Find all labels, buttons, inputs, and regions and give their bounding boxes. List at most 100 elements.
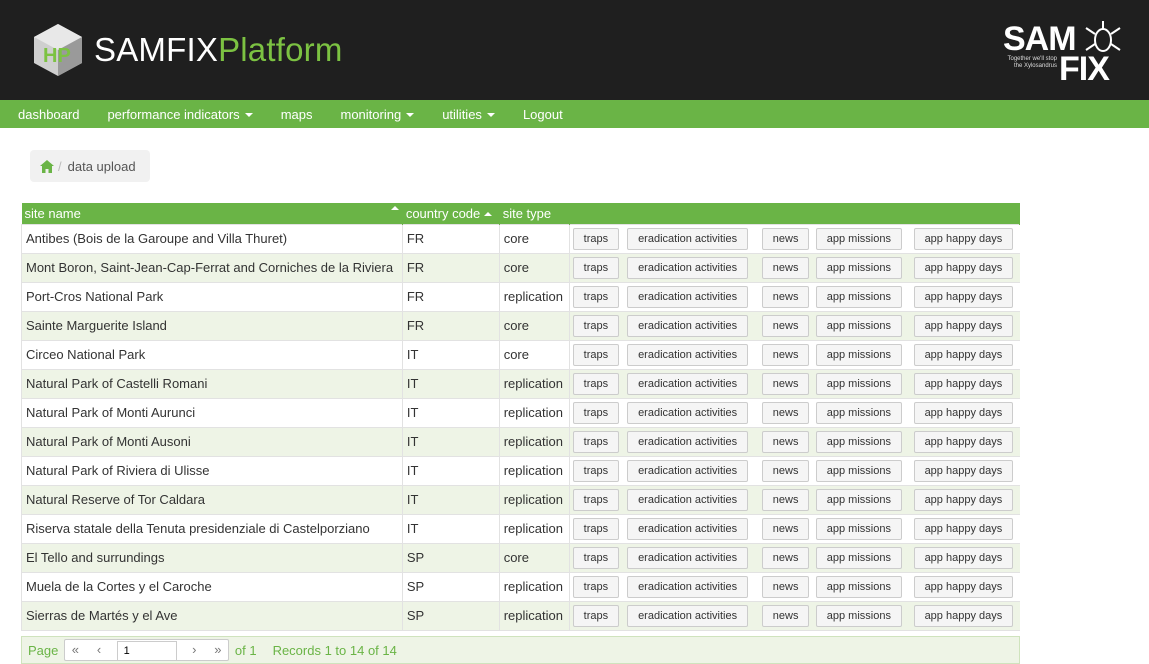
- app-happy-days-button[interactable]: app happy days: [913, 401, 1014, 424]
- header-site-type[interactable]: site type: [499, 203, 570, 224]
- first-page-button[interactable]: «: [65, 640, 85, 660]
- app-happy-days-button[interactable]: app happy days: [913, 343, 1014, 366]
- eradication-activities-button[interactable]: eradication activities: [627, 517, 749, 540]
- app-missions-button[interactable]: app missions: [815, 372, 902, 395]
- eradication-activities-button[interactable]: eradication activities: [627, 575, 749, 598]
- eradication-activities-button[interactable]: eradication activities: [627, 314, 749, 337]
- eradication-activities-button[interactable]: eradication activities: [627, 372, 749, 395]
- action-cell: eradication activities: [624, 339, 759, 370]
- news-button[interactable]: news: [761, 517, 810, 540]
- app-happy-days-button[interactable]: app happy days: [913, 604, 1014, 627]
- app-missions-button[interactable]: app missions: [815, 401, 902, 424]
- action-cell: app missions: [812, 368, 911, 399]
- app-missions-button[interactable]: app missions: [815, 517, 902, 540]
- traps-button[interactable]: traps: [572, 227, 620, 250]
- cell-type: replication: [498, 397, 570, 428]
- nav-item-performance-indicators[interactable]: performance indicators: [107, 107, 253, 122]
- traps-button[interactable]: traps: [572, 430, 620, 453]
- app-happy-days-button[interactable]: app happy days: [913, 575, 1014, 598]
- app-missions-button[interactable]: app missions: [815, 227, 902, 250]
- app-missions-button[interactable]: app missions: [815, 285, 902, 308]
- eradication-activities-button[interactable]: eradication activities: [627, 546, 749, 569]
- nav-item-logout[interactable]: Logout: [523, 107, 563, 122]
- traps-button[interactable]: traps: [572, 575, 620, 598]
- eradication-activities-button[interactable]: eradication activities: [627, 488, 749, 511]
- app-happy-days-button[interactable]: app happy days: [913, 517, 1014, 540]
- news-button[interactable]: news: [761, 314, 810, 337]
- news-button[interactable]: news: [761, 430, 810, 453]
- traps-button[interactable]: traps: [572, 372, 620, 395]
- next-page-button[interactable]: ›: [184, 640, 204, 660]
- nav-item-utilities[interactable]: utilities: [442, 107, 495, 122]
- app-missions-button[interactable]: app missions: [815, 459, 902, 482]
- sort-asc-icon[interactable]: [390, 205, 399, 210]
- app-happy-days-button[interactable]: app happy days: [913, 285, 1014, 308]
- app-happy-days-button[interactable]: app happy days: [913, 256, 1014, 279]
- nav-item-monitoring[interactable]: monitoring: [340, 107, 415, 122]
- app-missions-button[interactable]: app missions: [815, 314, 902, 337]
- news-button[interactable]: news: [761, 401, 810, 424]
- eradication-activities-button[interactable]: eradication activities: [627, 285, 749, 308]
- app-missions-button[interactable]: app missions: [815, 575, 902, 598]
- eradication-activities-button[interactable]: eradication activities: [627, 401, 749, 424]
- app-missions-button[interactable]: app missions: [815, 604, 902, 627]
- traps-button[interactable]: traps: [572, 459, 620, 482]
- app-happy-days-button[interactable]: app happy days: [913, 372, 1014, 395]
- app-missions-button[interactable]: app missions: [815, 546, 902, 569]
- caret-down-icon: [244, 113, 253, 118]
- nav-item-maps[interactable]: maps: [281, 107, 313, 122]
- traps-button[interactable]: traps: [572, 343, 620, 366]
- app-happy-days-button[interactable]: app happy days: [913, 488, 1014, 511]
- news-button[interactable]: news: [761, 227, 810, 250]
- app-happy-days-button[interactable]: app happy days: [913, 459, 1014, 482]
- app-happy-days-button[interactable]: app happy days: [913, 430, 1014, 453]
- news-button[interactable]: news: [761, 256, 810, 279]
- header-country-code[interactable]: country code: [402, 203, 500, 224]
- eradication-activities-button[interactable]: eradication activities: [627, 256, 749, 279]
- prev-page-button[interactable]: ‹: [89, 640, 109, 660]
- eradication-activities-button[interactable]: eradication activities: [627, 459, 749, 482]
- action-cell: traps: [569, 252, 625, 283]
- news-button[interactable]: news: [761, 285, 810, 308]
- header-site-name[interactable]: site name: [21, 203, 403, 224]
- news-button[interactable]: news: [761, 604, 810, 627]
- cell-site: Antibes (Bois de la Garoupe and Villa Th…: [21, 223, 403, 254]
- traps-button[interactable]: traps: [572, 401, 620, 424]
- action-cell: app happy days: [910, 455, 1020, 486]
- news-button[interactable]: news: [761, 575, 810, 598]
- last-page-button[interactable]: »: [208, 640, 228, 660]
- page-number-input[interactable]: [116, 641, 177, 661]
- action-cell: traps: [569, 542, 625, 573]
- traps-button[interactable]: traps: [572, 314, 620, 337]
- action-cell: app missions: [812, 542, 911, 573]
- app-missions-button[interactable]: app missions: [815, 488, 902, 511]
- app-happy-days-button[interactable]: app happy days: [913, 314, 1014, 337]
- nav-item-dashboard[interactable]: dashboard: [18, 107, 79, 122]
- traps-button[interactable]: traps: [572, 546, 620, 569]
- brand[interactable]: HP SAMFIXPlatform: [30, 22, 343, 78]
- app-happy-days-button[interactable]: app happy days: [913, 227, 1014, 250]
- news-button[interactable]: news: [761, 488, 810, 511]
- news-button[interactable]: news: [761, 372, 810, 395]
- traps-button[interactable]: traps: [572, 488, 620, 511]
- eradication-activities-button[interactable]: eradication activities: [627, 430, 749, 453]
- news-button[interactable]: news: [761, 343, 810, 366]
- traps-button[interactable]: traps: [572, 256, 620, 279]
- home-icon[interactable]: [40, 159, 54, 173]
- traps-button[interactable]: traps: [572, 285, 620, 308]
- action-cell: traps: [569, 455, 625, 486]
- app-missions-button[interactable]: app missions: [815, 343, 902, 366]
- app-happy-days-button[interactable]: app happy days: [913, 546, 1014, 569]
- page-count: of 1: [234, 642, 257, 658]
- app-missions-button[interactable]: app missions: [815, 256, 902, 279]
- table-row: Mont Boron, Saint-Jean-Cap-Ferrat and Co…: [21, 252, 1020, 283]
- traps-button[interactable]: traps: [572, 517, 620, 540]
- news-button[interactable]: news: [761, 459, 810, 482]
- eradication-activities-button[interactable]: eradication activities: [627, 604, 749, 627]
- app-missions-button[interactable]: app missions: [815, 430, 902, 453]
- sort-asc-icon[interactable]: [484, 212, 493, 217]
- eradication-activities-button[interactable]: eradication activities: [627, 343, 749, 366]
- news-button[interactable]: news: [761, 546, 810, 569]
- eradication-activities-button[interactable]: eradication activities: [627, 227, 749, 250]
- traps-button[interactable]: traps: [572, 604, 620, 627]
